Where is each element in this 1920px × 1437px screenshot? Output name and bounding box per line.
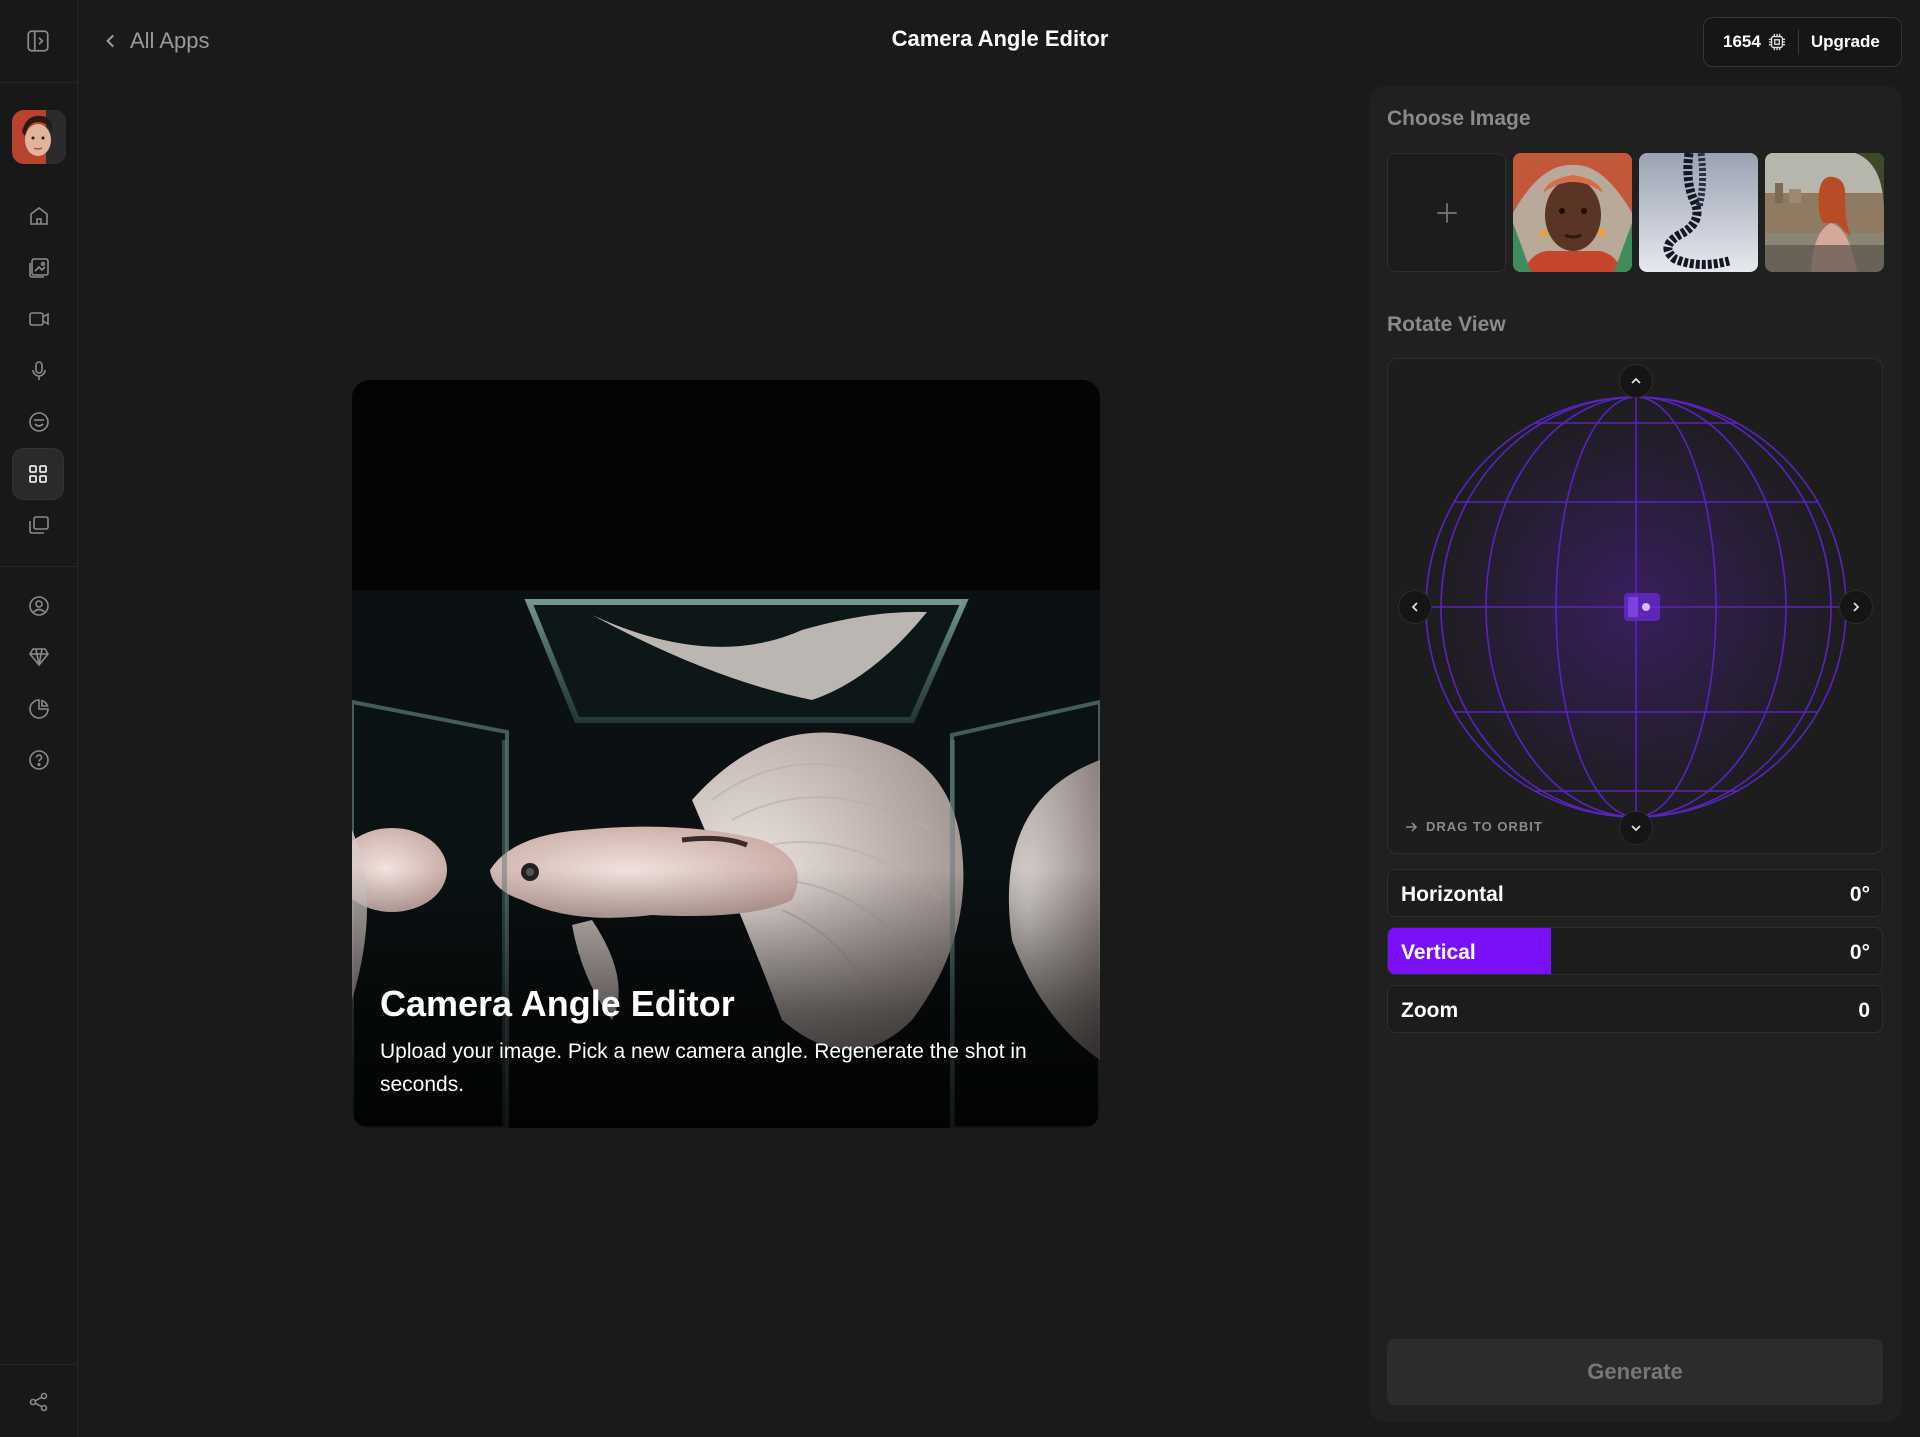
home-icon[interactable] bbox=[22, 199, 56, 233]
rotate-view-label: Rotate View bbox=[1387, 313, 1506, 336]
rotate-up-button[interactable] bbox=[1619, 364, 1653, 398]
face-icon[interactable] bbox=[22, 405, 56, 439]
chevron-left-icon bbox=[106, 34, 114, 48]
credits-value: 1654 bbox=[1723, 32, 1761, 51]
page-title: Camera Angle Editor bbox=[891, 26, 1109, 51]
usage-pie-icon[interactable] bbox=[22, 692, 56, 726]
share-icon[interactable] bbox=[22, 1385, 56, 1419]
credits-box: 1654 Upgrade bbox=[1703, 17, 1902, 67]
divider bbox=[0, 82, 78, 83]
generate-button[interactable]: Generate bbox=[1387, 1339, 1883, 1405]
chevron-right-icon bbox=[1853, 602, 1860, 612]
chevron-down-icon bbox=[1631, 825, 1641, 832]
horizontal-value: 0° bbox=[1849, 883, 1870, 906]
gallery-icon[interactable] bbox=[22, 508, 56, 542]
chevron-left-icon bbox=[1411, 602, 1418, 612]
thumbnail-woman-portrait[interactable] bbox=[1513, 153, 1632, 272]
drag-to-orbit-hint: DRAG TO ORBIT bbox=[1404, 819, 1543, 834]
arrow-right-icon bbox=[1406, 821, 1418, 832]
sidebar-toggle-icon[interactable] bbox=[25, 28, 51, 54]
video-camera-icon[interactable] bbox=[22, 302, 56, 336]
orbit-control[interactable]: DRAG TO ORBIT bbox=[1387, 358, 1883, 854]
horizontal-slider[interactable]: Horizontal 0° bbox=[1387, 869, 1883, 917]
back-label: All Apps bbox=[130, 28, 210, 53]
settings-panel: Choose Image Rotate View DRAG TO ORBIT H… bbox=[1369, 86, 1902, 1422]
profile-icon[interactable] bbox=[22, 589, 56, 623]
upgrade-button[interactable]: Upgrade bbox=[1811, 32, 1880, 52]
divider bbox=[0, 566, 78, 567]
divider bbox=[1797, 29, 1799, 55]
credits-count: 1654 bbox=[1704, 32, 1786, 52]
choose-image-label: Choose Image bbox=[1387, 107, 1531, 130]
rotate-down-button[interactable] bbox=[1619, 811, 1653, 845]
avatar[interactable] bbox=[12, 110, 66, 164]
drag-hint-label: DRAG TO ORBIT bbox=[1426, 819, 1543, 834]
vertical-label: Vertical bbox=[1401, 941, 1476, 964]
thumbnail-beaded-necklace[interactable] bbox=[1639, 153, 1758, 272]
diamond-icon[interactable] bbox=[22, 640, 56, 674]
horizontal-label: Horizontal bbox=[1401, 883, 1504, 906]
microphone-icon[interactable] bbox=[22, 354, 56, 388]
vertical-value: 0° bbox=[1849, 941, 1870, 964]
thumbnail-woman-city-view[interactable] bbox=[1765, 153, 1884, 272]
zoom-slider[interactable]: Zoom 0 bbox=[1387, 985, 1883, 1033]
sidebar bbox=[0, 0, 78, 1437]
chevron-up-icon bbox=[1631, 377, 1641, 384]
preview-title: Camera Angle Editor bbox=[380, 983, 735, 1024]
chip-icon bbox=[1768, 33, 1785, 51]
rotate-right-button[interactable] bbox=[1839, 590, 1873, 624]
rotate-left-button[interactable] bbox=[1398, 590, 1432, 624]
zoom-label: Zoom bbox=[1401, 999, 1459, 1022]
plus-icon bbox=[1436, 202, 1457, 223]
apps-grid-icon[interactable] bbox=[12, 448, 64, 500]
divider bbox=[0, 1364, 78, 1365]
back-to-all-apps-link[interactable]: All Apps bbox=[102, 24, 210, 58]
help-icon[interactable] bbox=[22, 743, 56, 777]
preview-description: Upload your image. Pick a new camera ang… bbox=[380, 1040, 1027, 1096]
zoom-value: 0 bbox=[1858, 999, 1870, 1022]
vertical-slider[interactable]: Vertical 0° bbox=[1387, 927, 1883, 975]
image-edit-icon[interactable] bbox=[22, 251, 56, 285]
preview-card: Camera Angle Editor Upload your image. P… bbox=[352, 380, 1100, 1128]
orbit-globe bbox=[1425, 396, 1847, 818]
upload-image-button[interactable] bbox=[1387, 153, 1506, 272]
